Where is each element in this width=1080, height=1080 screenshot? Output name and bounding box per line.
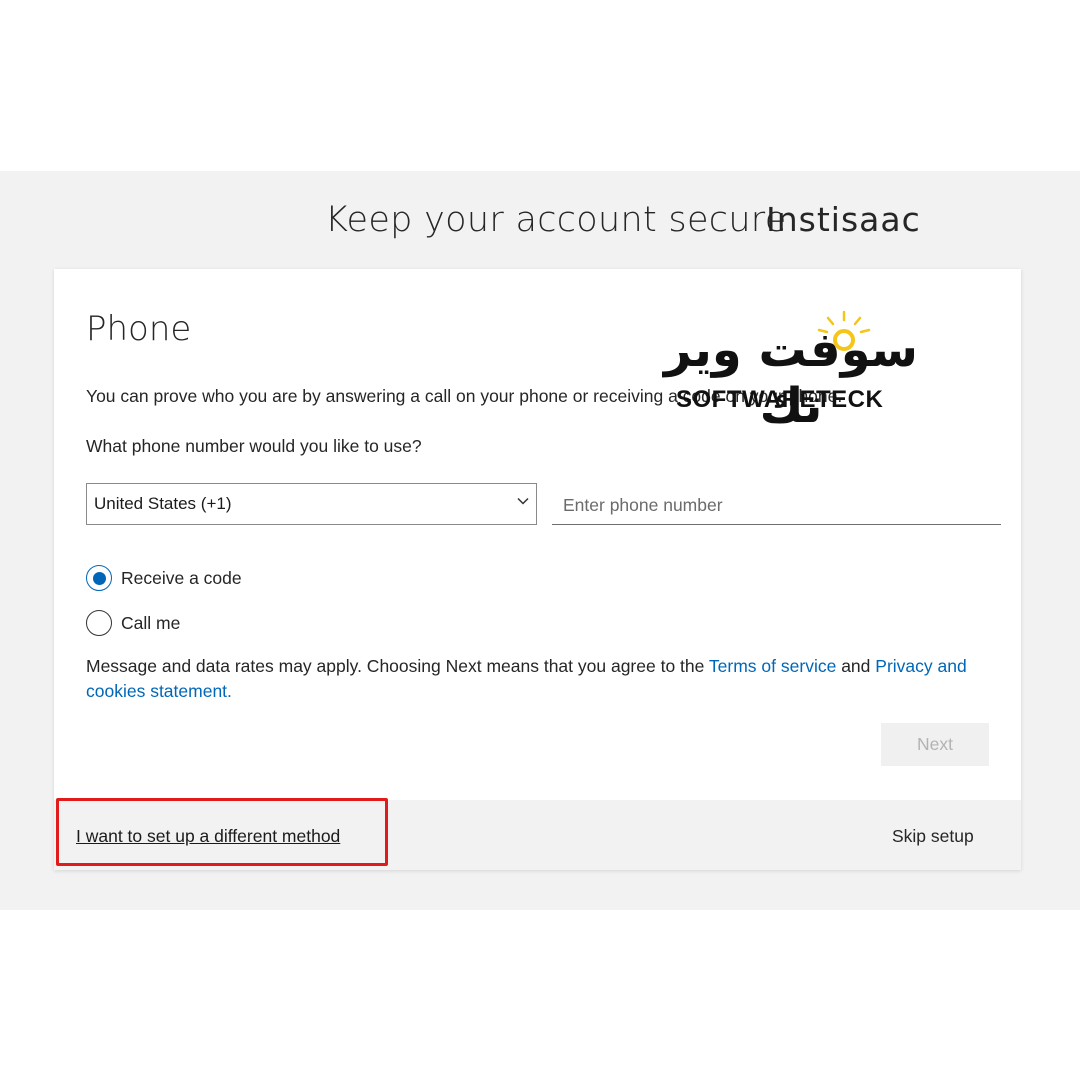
terms-conjunction: and xyxy=(841,656,871,676)
phone-number-input[interactable] xyxy=(552,487,1001,525)
option-call-me-label: Call me xyxy=(121,612,181,633)
page-title: Keep your account secure xyxy=(325,200,787,240)
watermark-latin-text: SOFTWARETECK xyxy=(676,386,884,413)
option-receive-code-label: Receive a code xyxy=(121,567,242,588)
chevron-down-icon xyxy=(517,497,529,505)
country-code-value: United States (+1) xyxy=(94,494,232,513)
method-heading: Phone xyxy=(86,309,192,349)
country-code-select[interactable]: United States (+1) xyxy=(86,483,537,525)
radio-checked-icon[interactable] xyxy=(86,565,112,591)
option-receive-code[interactable]: Receive a code xyxy=(86,565,242,591)
next-button[interactable]: Next xyxy=(881,723,989,766)
phone-question: What phone number would you like to use? xyxy=(86,436,422,456)
terms-prefix: Message and data rates may apply. Choosi… xyxy=(86,656,705,676)
highlight-annotation-box xyxy=(56,798,388,866)
watermark-arabic-text: سوفت وير تك xyxy=(664,322,918,434)
organization-name: Instisaac xyxy=(766,200,921,239)
option-call-me[interactable]: Call me xyxy=(86,610,180,636)
terms-text: Message and data rates may apply. Choosi… xyxy=(86,654,991,704)
radio-unchecked-icon[interactable] xyxy=(86,610,112,636)
terms-of-service-link[interactable]: Terms of service xyxy=(709,656,836,676)
skip-setup-link[interactable]: Skip setup xyxy=(892,826,974,847)
watermark-logo: سوفت وير تك SOFTWARETECK xyxy=(654,310,929,434)
